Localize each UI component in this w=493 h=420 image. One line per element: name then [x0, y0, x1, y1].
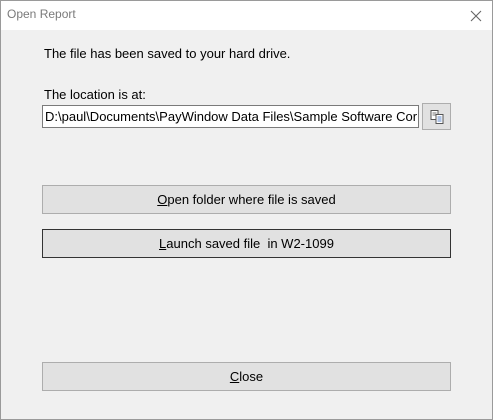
- window-close-button[interactable]: [459, 1, 492, 30]
- saved-message: The file has been saved to your hard dri…: [44, 46, 291, 61]
- copy-path-button[interactable]: [422, 103, 451, 130]
- close-icon: [470, 10, 481, 21]
- launch-file-button[interactable]: Launch saved file in W2-1099: [42, 229, 451, 258]
- close-button[interactable]: Close: [42, 362, 451, 391]
- window-title: Open Report: [7, 7, 76, 21]
- open-folder-button[interactable]: Open folder where file is saved: [42, 185, 451, 214]
- launch-file-label: Launch saved file in W2-1099: [159, 236, 334, 251]
- open-folder-label: Open folder where file is saved: [157, 192, 336, 207]
- open-report-dialog: Open Report The file has been saved to y…: [0, 0, 493, 420]
- file-path-field[interactable]: D:\paul\Documents\PayWindow Data Files\S…: [42, 105, 419, 128]
- location-label: The location is at:: [44, 87, 146, 102]
- close-label: Close: [229, 369, 264, 384]
- title-bar: Open Report: [1, 1, 492, 30]
- copy-icon: [430, 109, 443, 124]
